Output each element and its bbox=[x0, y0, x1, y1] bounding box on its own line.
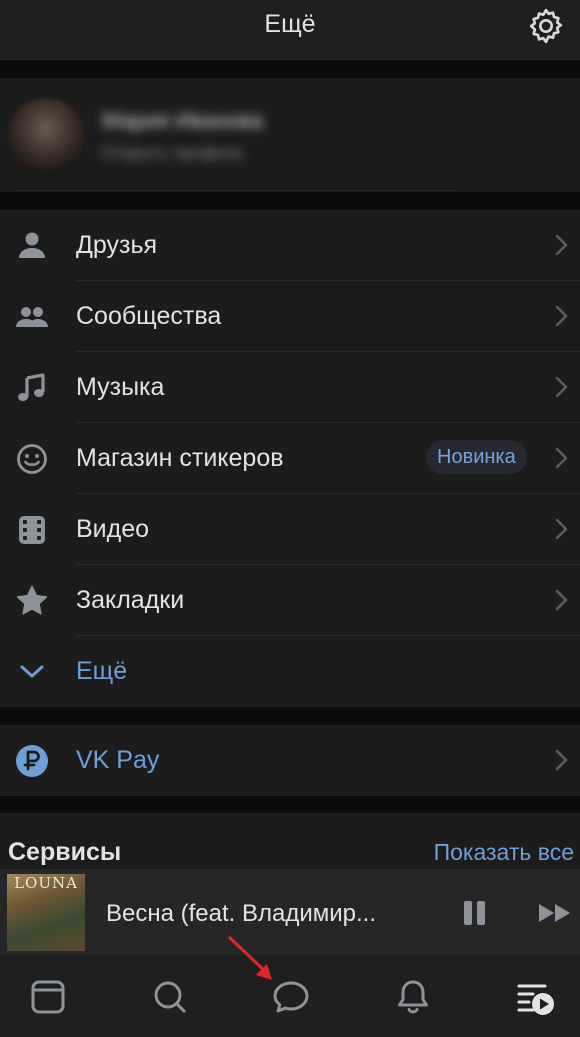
menu-item-label: Магазин стикеров bbox=[76, 444, 284, 472]
avatar[interactable] bbox=[8, 98, 84, 174]
profile-name: Мария Иванова bbox=[102, 108, 263, 133]
pause-bar bbox=[477, 901, 485, 925]
chevron-right-icon bbox=[555, 376, 568, 398]
divider bbox=[16, 190, 456, 191]
menu-item-music[interactable]: Музыка bbox=[0, 352, 580, 423]
news-tab-icon[interactable] bbox=[28, 977, 68, 1017]
top-header: Ещё bbox=[0, 0, 580, 60]
services-section: Сервисы Показать все bbox=[0, 813, 580, 869]
chevron-right-icon bbox=[555, 749, 568, 771]
star-icon bbox=[16, 585, 48, 615]
ruble-icon bbox=[16, 745, 48, 777]
chevron-right-icon bbox=[555, 589, 568, 611]
mini-player[interactable]: LOUNA Весна (feat. Владимир... bbox=[0, 869, 580, 955]
menu-play-icon[interactable] bbox=[516, 977, 556, 1017]
profile-card[interactable] bbox=[0, 78, 580, 192]
video-icon bbox=[19, 516, 45, 544]
menu-item-label: Музыка bbox=[76, 373, 165, 401]
chevron-down-icon bbox=[20, 665, 44, 678]
menu-item-label: Видео bbox=[76, 515, 150, 543]
new-badge: Новинка bbox=[426, 440, 527, 474]
menu-item-friends[interactable]: Друзья bbox=[0, 210, 580, 281]
people-icon bbox=[16, 307, 48, 327]
menu-item-sticker-store[interactable]: Магазин стикеров Новинка bbox=[0, 423, 580, 494]
search-icon[interactable] bbox=[150, 977, 190, 1017]
section-title: Сервисы bbox=[8, 838, 122, 866]
page-title: Ещё bbox=[264, 10, 316, 38]
menu-item-label: Ещё bbox=[76, 657, 128, 685]
music-note-icon bbox=[18, 373, 45, 401]
messages-icon[interactable] bbox=[271, 977, 311, 1017]
menu-item-bookmarks[interactable]: Закладки bbox=[0, 565, 580, 636]
bottom-tab-bar bbox=[0, 955, 580, 1037]
chevron-right-icon bbox=[555, 234, 568, 256]
menu-item-communities[interactable]: Сообщества bbox=[0, 281, 580, 352]
smile-icon bbox=[17, 444, 47, 474]
menu-item-label: Сообщества bbox=[76, 302, 222, 330]
bell-icon[interactable] bbox=[393, 977, 433, 1017]
menu-item-more[interactable]: Ещё bbox=[0, 636, 580, 707]
show-all-link[interactable]: Показать все bbox=[434, 839, 574, 866]
pause-icon[interactable] bbox=[463, 901, 487, 925]
menu-item-label: VK Pay bbox=[76, 746, 160, 774]
album-cover-artist: LOUNA bbox=[14, 874, 78, 892]
vk-pay-row[interactable]: VK Pay bbox=[0, 725, 580, 796]
menu-item-vk-pay[interactable]: VK Pay bbox=[0, 725, 580, 796]
pause-bar bbox=[464, 901, 472, 925]
album-cover[interactable]: LOUNA bbox=[7, 874, 85, 951]
gear-icon[interactable] bbox=[526, 6, 566, 46]
track-title[interactable]: Весна (feat. Владимир... bbox=[106, 900, 376, 928]
chevron-right-icon bbox=[555, 305, 568, 327]
chevron-right-icon bbox=[555, 518, 568, 540]
fast-forward-icon[interactable] bbox=[538, 902, 572, 924]
chevron-right-icon bbox=[555, 447, 568, 469]
profile-subtitle: Открыть профиль bbox=[102, 143, 244, 162]
menu-item-label: Друзья bbox=[76, 231, 158, 259]
menu-item-label: Закладки bbox=[76, 586, 185, 614]
menu-item-video[interactable]: Видео bbox=[0, 494, 580, 565]
person-icon bbox=[19, 232, 45, 258]
menu-list: Друзья Сообщества Музыка Магазин стикеро… bbox=[0, 210, 580, 707]
